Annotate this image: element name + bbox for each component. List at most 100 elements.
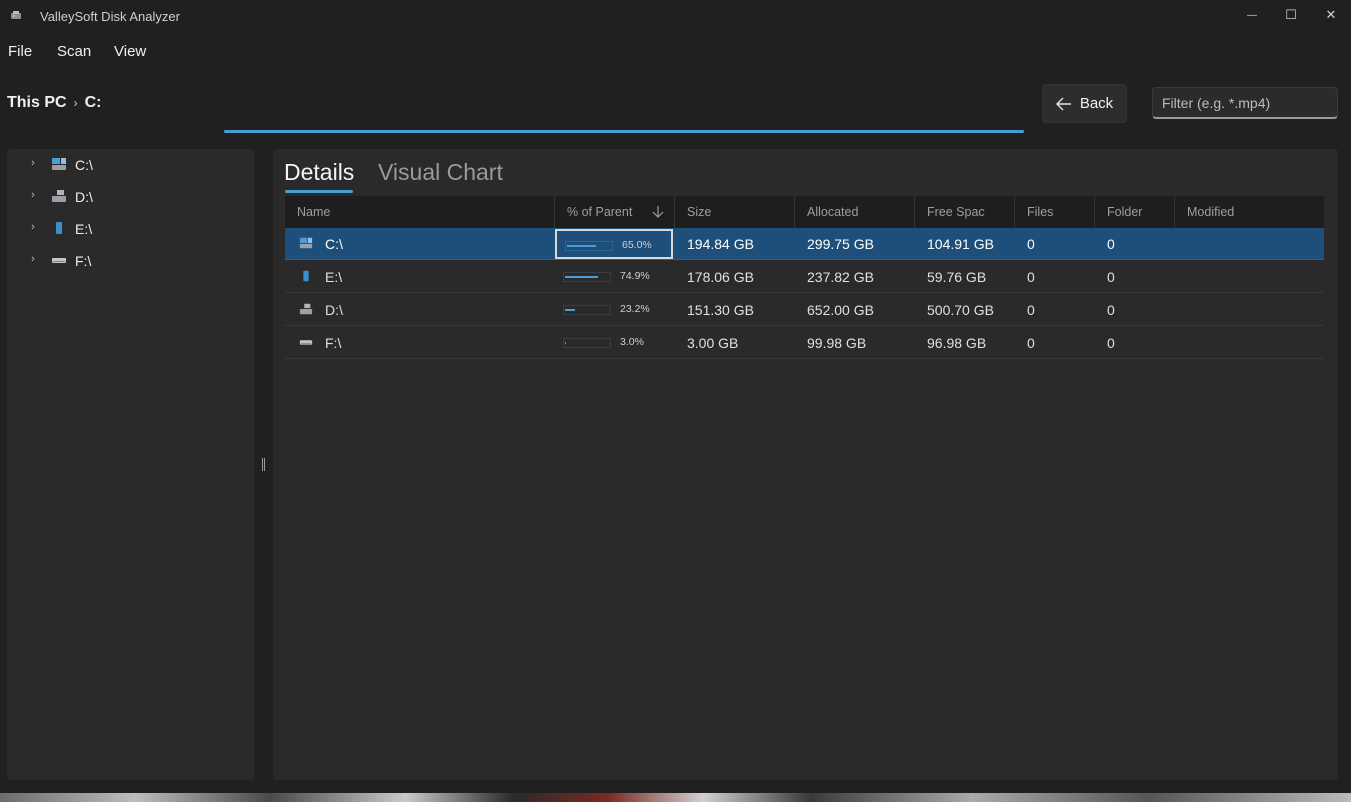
app-logo-icon: [11, 11, 21, 19]
tab-visual-chart[interactable]: Visual Chart: [378, 159, 503, 186]
column-header-files[interactable]: Files: [1015, 196, 1095, 228]
window-title: ValleySoft Disk Analyzer: [40, 9, 180, 24]
cell-name: C:\: [325, 236, 343, 252]
cell-size: 3.00 GB: [687, 335, 739, 351]
cell-modified: [1175, 228, 1324, 260]
column-header-pct[interactable]: % of Parent: [555, 196, 675, 228]
chevron-right-icon[interactable]: ›: [27, 189, 39, 201]
column-header-free-space[interactable]: Free Spac: [915, 196, 1015, 228]
arrow-left-icon: [1055, 97, 1071, 110]
removable-drive-icon: [52, 258, 66, 263]
cell-percent[interactable]: 65.0%: [555, 229, 673, 259]
chevron-right-icon: ›: [73, 96, 78, 110]
tree-item-f[interactable]: › F:\: [7, 245, 254, 277]
cell-percent[interactable]: 3.0%: [555, 328, 673, 358]
cell-allocated: 652.00 GB: [807, 302, 874, 318]
cell-size: 178.06 GB: [687, 269, 754, 285]
cell-free-space: 96.98 GB: [927, 335, 987, 351]
breadcrumb-this-pc[interactable]: This PC: [7, 94, 67, 112]
cell-allocated: 237.82 GB: [807, 269, 874, 285]
cell-percent[interactable]: 74.9%: [555, 262, 673, 292]
maximize-icon: ☐: [1285, 7, 1297, 22]
cell-name: E:\: [325, 269, 343, 285]
percent-text: 65.0%: [622, 239, 652, 251]
percent-text: 74.9%: [620, 270, 650, 282]
percent-bar-fill: [567, 245, 596, 247]
menu-view[interactable]: View: [114, 43, 146, 60]
hard-drive-icon: [52, 190, 66, 202]
filter-input[interactable]: [1152, 87, 1338, 119]
tree-label: C:\: [75, 157, 93, 173]
breadcrumb: This PC › C:: [7, 94, 101, 112]
tree-label: F:\: [75, 253, 92, 269]
percent-text: 3.0%: [620, 336, 644, 348]
cell-files: 0: [1027, 335, 1035, 351]
percent-bar: [563, 305, 611, 315]
tree-label: D:\: [75, 189, 93, 205]
cell-files: 0: [1027, 269, 1035, 285]
back-button[interactable]: Back: [1042, 84, 1127, 123]
percent-text: 23.2%: [620, 303, 650, 315]
cell-free-space: 500.70 GB: [927, 302, 994, 318]
cell-folders: 0: [1107, 236, 1115, 252]
sort-descending-icon: [652, 206, 664, 218]
cell-folders: 0: [1107, 335, 1115, 351]
hard-drive-icon: [299, 303, 313, 315]
cell-percent[interactable]: 23.2%: [555, 295, 673, 325]
chevron-right-icon[interactable]: ›: [27, 253, 39, 265]
breadcrumb-current[interactable]: C:: [85, 94, 102, 112]
table-header: Name % of Parent Size Allocated Free Spa…: [285, 196, 1324, 228]
column-header-allocated[interactable]: Allocated: [795, 196, 915, 228]
system-drive-icon: [299, 237, 313, 249]
removable-drive-icon: [299, 340, 313, 345]
tree-item-d[interactable]: › D:\: [7, 181, 254, 213]
title-bar[interactable]: ValleySoft Disk Analyzer — ☐ ✕: [0, 0, 1351, 32]
usb-drive-icon: [56, 222, 62, 234]
cell-files: 0: [1027, 236, 1035, 252]
column-header-size[interactable]: Size: [675, 196, 795, 228]
percent-bar-fill: [565, 342, 566, 344]
system-drive-icon: [52, 158, 66, 170]
table-row[interactable]: E:\ 74.9% 178.06 GB 237.82 GB 59.76 GB 0…: [285, 261, 1324, 293]
usb-drive-icon: [303, 270, 309, 282]
percent-bar-fill: [565, 309, 575, 311]
details-pane: Details Visual Chart Name % of Parent Si…: [273, 149, 1338, 780]
table-row[interactable]: D:\ 23.2% 151.30 GB 652.00 GB 500.70 GB …: [285, 294, 1324, 326]
table-row[interactable]: C:\ 65.0% 194.84 GB 299.75 GB 104.91 GB …: [285, 228, 1324, 260]
cell-folders: 0: [1107, 269, 1115, 285]
cell-folders: 0: [1107, 302, 1115, 318]
table-row[interactable]: F:\ 3.0% 3.00 GB 99.98 GB 96.98 GB 0 0: [285, 327, 1324, 359]
scan-progress-bar: [224, 130, 1024, 133]
cell-size: 151.30 GB: [687, 302, 754, 318]
tree-item-c[interactable]: › C:\: [7, 149, 254, 181]
close-button[interactable]: ✕: [1308, 0, 1351, 30]
cell-size: 194.84 GB: [687, 236, 754, 252]
column-header-label: % of Parent: [567, 205, 633, 219]
tree-item-e[interactable]: › E:\: [7, 213, 254, 245]
desktop-wallpaper: [0, 793, 1351, 802]
close-icon: ✕: [1325, 7, 1337, 22]
menu-file[interactable]: File: [8, 43, 32, 60]
pane-splitter[interactable]: [262, 458, 265, 471]
percent-bar: [565, 241, 613, 251]
cell-free-space: 59.76 GB: [927, 269, 987, 285]
cell-name: F:\: [325, 335, 342, 351]
column-header-name[interactable]: Name: [285, 196, 555, 228]
percent-bar: [563, 338, 611, 348]
drive-tree: › C:\ › D:\ › E:\ › F:\: [7, 149, 254, 780]
cell-modified: [1175, 261, 1324, 293]
percent-bar: [563, 272, 611, 282]
back-label: Back: [1079, 95, 1114, 112]
chevron-right-icon[interactable]: ›: [27, 221, 39, 233]
column-header-folders[interactable]: Folder: [1095, 196, 1175, 228]
column-header-modified[interactable]: Modified: [1175, 196, 1324, 228]
tab-details[interactable]: Details: [284, 159, 354, 186]
active-tab-indicator: [285, 190, 353, 193]
percent-bar-fill: [565, 276, 598, 278]
menu-scan[interactable]: Scan: [57, 43, 91, 60]
minimize-icon: —: [1247, 9, 1257, 21]
chevron-right-icon[interactable]: ›: [27, 157, 39, 169]
cell-files: 0: [1027, 302, 1035, 318]
cell-modified: [1175, 294, 1324, 326]
cell-name: D:\: [325, 302, 343, 318]
